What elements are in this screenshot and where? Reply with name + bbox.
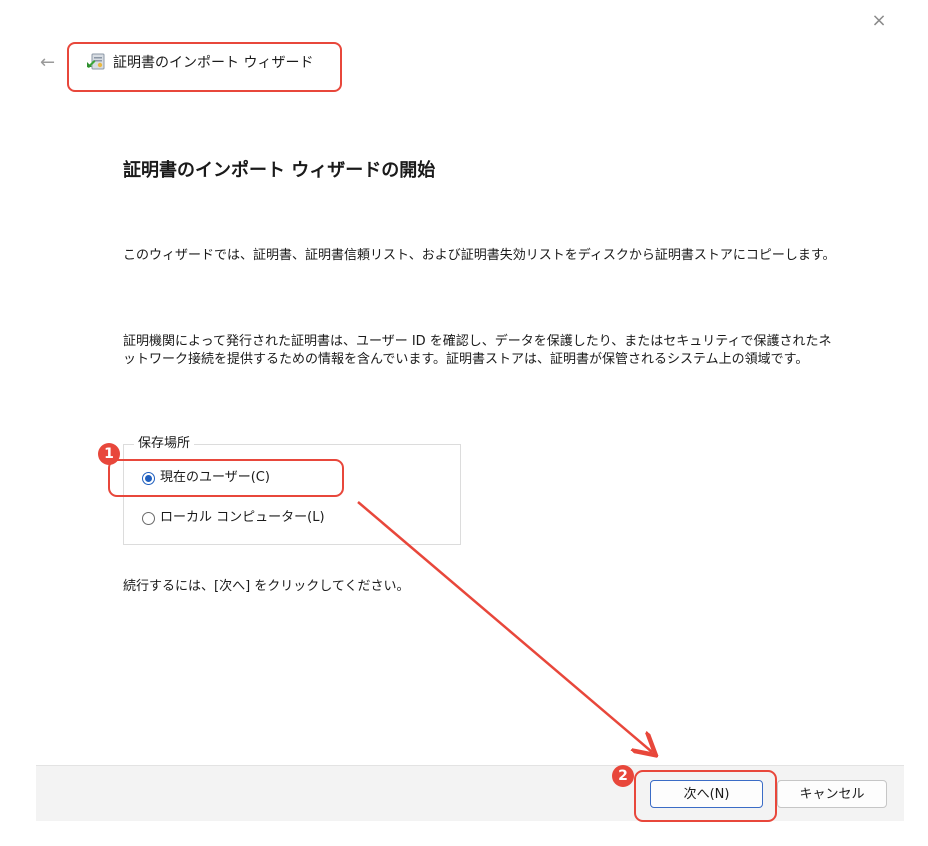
store-location-legend: 保存場所 xyxy=(134,436,195,452)
highlight-next-button xyxy=(634,770,777,822)
radio-local-machine-label: ローカル コンピューター(L) xyxy=(160,510,325,525)
step-badge-1: 1 xyxy=(98,443,120,465)
continue-instruction: 続行するには、[次へ] をクリックしてください。 xyxy=(123,579,410,594)
cancel-button[interactable]: キャンセル xyxy=(777,780,887,808)
close-icon[interactable]: × xyxy=(868,10,890,32)
back-arrow-icon[interactable]: ← xyxy=(40,53,60,73)
radio-local-machine[interactable]: ローカル コンピューター(L) xyxy=(142,509,325,527)
description-paragraph: 証明機関によって発行された証明書は、ユーザー ID を確認し、データを保護したり… xyxy=(123,334,832,367)
annotation-arrow xyxy=(357,501,928,846)
highlight-current-user xyxy=(108,459,344,497)
step-badge-2: 2 xyxy=(612,765,634,787)
radio-unselected-icon[interactable] xyxy=(142,511,155,525)
highlight-title xyxy=(67,42,342,92)
wizard-window: × ← 証明書のインポート ウィザード 証明書のインポート ウィザードの開始 こ… xyxy=(0,0,928,846)
intro-paragraph: このウィザードでは、証明書、証明書信頼リスト、および証明書失効リストをディスクか… xyxy=(123,248,836,263)
page-heading: 証明書のインポート ウィザードの開始 xyxy=(123,160,436,181)
